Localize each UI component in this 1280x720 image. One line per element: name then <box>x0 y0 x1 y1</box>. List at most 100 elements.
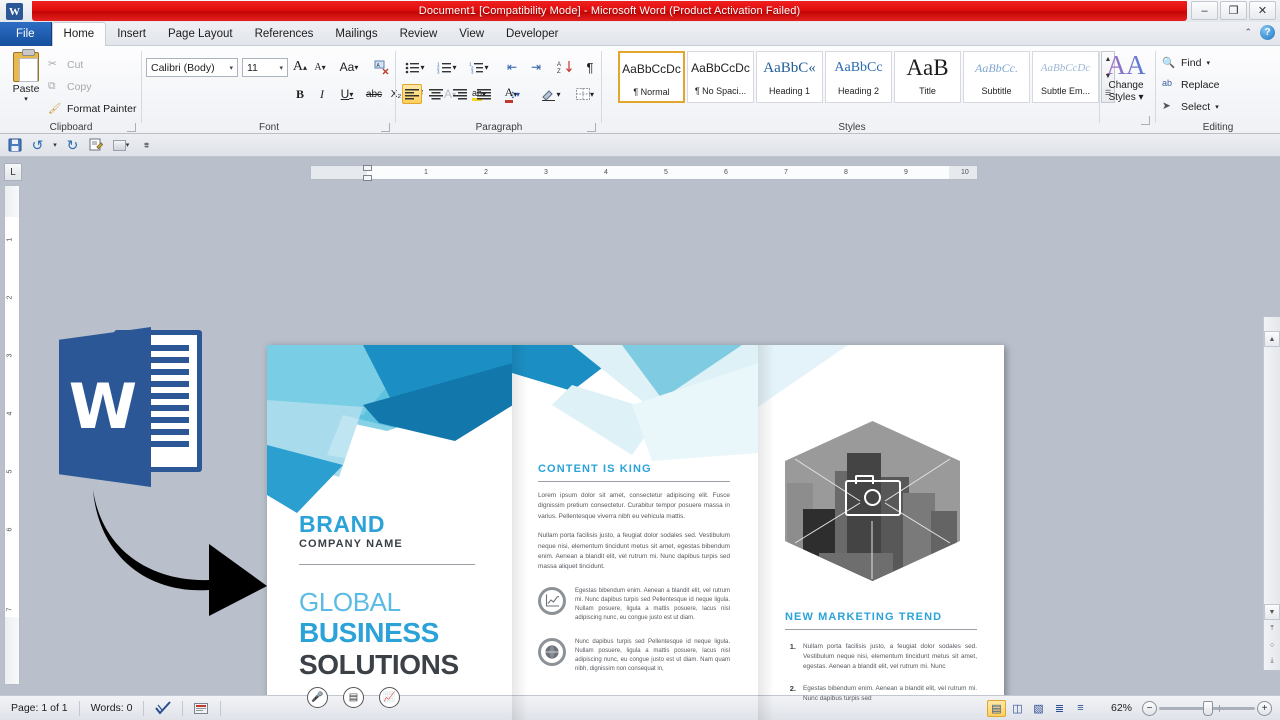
format-painter-button[interactable]: 🖌 Format Painter <box>48 100 136 117</box>
minimize-button[interactable]: – <box>1191 1 1218 20</box>
scroll-up-button[interactable]: ▲ <box>1264 331 1280 347</box>
cut-button[interactable]: ✂ Cut <box>48 56 83 73</box>
proofing-status-icon[interactable] <box>144 700 182 717</box>
style-name: Subtle Em... <box>1033 84 1098 98</box>
zoom-slider-thumb[interactable] <box>1203 701 1213 716</box>
view-web-layout-button[interactable]: ▧ <box>1029 700 1048 717</box>
tab-stop-selector[interactable]: L <box>4 163 22 181</box>
tab-view[interactable]: View <box>448 22 495 46</box>
vertical-ruler[interactable]: 1 2 3 4 5 6 7 <box>4 185 20 685</box>
style-item-title[interactable]: AaB Title <box>894 51 961 103</box>
view-draft-button[interactable]: ≡ <box>1071 700 1090 717</box>
help-icon[interactable]: ? <box>1260 25 1275 40</box>
restore-button[interactable]: ❐ <box>1220 1 1247 20</box>
bullets-button[interactable]: ▾ <box>402 57 428 77</box>
scroll-down-button[interactable]: ▼ <box>1264 604 1280 620</box>
section-divider <box>785 629 977 630</box>
multilevel-list-button[interactable]: 123▾ <box>466 57 492 77</box>
justify-button[interactable] <box>474 84 494 104</box>
font-dialog-launcher[interactable] <box>381 123 390 132</box>
tagline-global: GLOBAL <box>299 587 401 618</box>
horizontal-ruler[interactable]: 1 2 3 4 5 6 7 8 9 10 <box>310 165 978 180</box>
style-item-heading-2[interactable]: AaBbCc Heading 2 <box>825 51 892 103</box>
font-name-combo[interactable]: Calibri (Body) ▾ <box>146 58 238 77</box>
shading-button[interactable]: ▾ <box>538 84 564 104</box>
clear-formatting-icon[interactable]: A <box>370 57 392 77</box>
change-styles-label-2: Styles ▾ <box>1103 92 1149 104</box>
zoom-slider[interactable] <box>1159 701 1255 716</box>
view-full-screen-reading-button[interactable]: ◫ <box>1008 700 1027 717</box>
customize-qat-button[interactable]: ⩨ <box>137 136 156 155</box>
find-label: Find <box>1181 57 1201 69</box>
undo-dropdown-caret[interactable]: ▾ <box>51 136 59 155</box>
clipboard-dialog-launcher[interactable] <box>127 123 136 132</box>
vertical-scrollbar[interactable]: ▲ ▼ ⤒ ○ ⤓ <box>1263 317 1280 670</box>
tab-page-layout[interactable]: Page Layout <box>157 22 244 46</box>
close-button[interactable]: ✕ <box>1249 1 1276 20</box>
increase-indent-button[interactable]: ⇥ <box>526 57 546 77</box>
left-indent-marker[interactable] <box>363 175 372 181</box>
language-icon[interactable] <box>183 700 220 717</box>
replace-button[interactable]: ab Replace <box>1162 76 1220 93</box>
word-count[interactable]: Words: 0 <box>80 700 144 717</box>
tab-developer[interactable]: Developer <box>495 22 569 46</box>
styles-dialog-launcher[interactable] <box>1141 116 1150 125</box>
browse-object-icon: ○ <box>1270 642 1274 649</box>
redo-button[interactable]: ↻ <box>63 136 82 155</box>
grow-font-button[interactable]: A▴ <box>290 57 310 77</box>
zoom-level-label[interactable]: 62% <box>1102 702 1132 714</box>
copy-button[interactable]: ⧉ Copy <box>48 78 92 95</box>
undo-button[interactable]: ↺ <box>28 136 47 155</box>
style-item-heading-1[interactable]: AaBbC« Heading 1 <box>756 51 823 103</box>
document-page[interactable]: BRAND COMPANY NAME GLOBAL BUSINESS SOLUT… <box>267 345 1004 720</box>
first-line-indent-marker[interactable] <box>363 165 372 171</box>
next-page-button[interactable]: ⤓ <box>1264 653 1280 669</box>
tagline-business: BUSINESS <box>299 617 439 649</box>
tab-references[interactable]: References <box>244 22 325 46</box>
find-button[interactable]: 🔍 Find▾ <box>1162 54 1210 71</box>
change-case-button[interactable]: Aa▾ <box>334 57 364 77</box>
sort-button[interactable]: AZ <box>554 57 576 77</box>
style-item-subtitle[interactable]: AaBbCc. Subtitle <box>963 51 1030 103</box>
tab-insert[interactable]: Insert <box>106 22 157 46</box>
save-button[interactable] <box>5 136 24 155</box>
tab-mailings[interactable]: Mailings <box>324 22 388 46</box>
shrink-font-button[interactable]: A▾ <box>310 57 330 77</box>
word-logo-flag: W <box>59 327 151 487</box>
previous-page-button[interactable]: ⤒ <box>1264 621 1280 637</box>
page-indicator[interactable]: Page: 1 of 1 <box>0 700 79 717</box>
style-picker-button[interactable]: ▾ <box>109 136 133 155</box>
line-spacing-button[interactable]: ↕▾ <box>502 84 528 104</box>
tab-file[interactable]: File <box>0 22 52 46</box>
quick-print-button[interactable] <box>86 136 105 155</box>
style-item-normal[interactable]: AaBbCcDc ¶ Normal <box>618 51 685 103</box>
minimize-ribbon-icon[interactable]: ⌃ <box>1244 27 1252 38</box>
paste-button[interactable]: Paste ▾ <box>8 50 44 114</box>
zoom-out-button[interactable]: − <box>1142 701 1157 716</box>
tab-home[interactable]: Home <box>52 22 107 47</box>
show-formatting-marks-button[interactable]: ¶ <box>580 57 600 77</box>
style-item-no-spacing[interactable]: AaBbCcDc ¶ No Spaci... <box>687 51 754 103</box>
change-styles-button[interactable]: AA Change Styles ▾ <box>1103 50 1149 104</box>
paste-dropdown-caret[interactable]: ▾ <box>8 95 44 103</box>
select-button[interactable]: ➤ Select▾ <box>1162 98 1219 115</box>
bold-button[interactable]: B <box>290 84 310 104</box>
view-print-layout-button[interactable]: ▤ <box>987 700 1006 717</box>
tab-review[interactable]: Review <box>389 22 449 46</box>
strikethrough-button[interactable]: abc <box>364 84 384 104</box>
numbering-button[interactable]: 123▾ <box>434 57 460 77</box>
decrease-indent-button[interactable]: ⇤ <box>502 57 522 77</box>
zoom-in-button[interactable]: + <box>1257 701 1272 716</box>
select-browse-object-button[interactable]: ○ <box>1264 637 1280 653</box>
underline-button[interactable]: U▾ <box>334 84 360 104</box>
align-center-button[interactable] <box>426 84 446 104</box>
align-left-button[interactable] <box>402 84 422 104</box>
italic-button[interactable]: I <box>312 84 332 104</box>
borders-button[interactable]: ▾ <box>572 84 598 104</box>
view-outline-button[interactable]: ≣ <box>1050 700 1069 717</box>
style-item-subtle-emphasis[interactable]: AaBbCcDc Subtle Em... <box>1032 51 1099 103</box>
font-size-combo[interactable]: 11 ▾ <box>242 58 288 77</box>
word-app-icon[interactable]: W <box>6 3 23 20</box>
paragraph-dialog-launcher[interactable] <box>587 123 596 132</box>
align-right-button[interactable] <box>450 84 470 104</box>
